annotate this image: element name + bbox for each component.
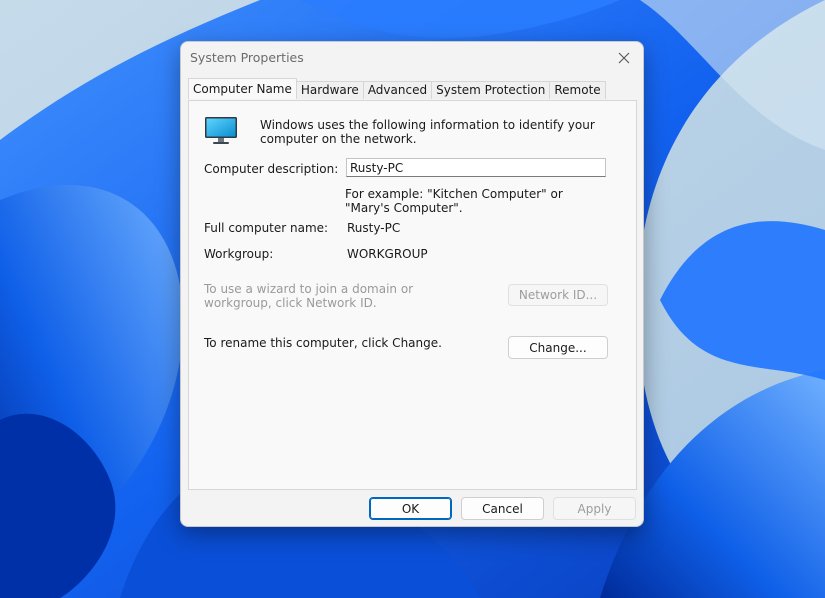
ok-button[interactable]: OK [369, 497, 452, 520]
rename-text: To rename this computer, click Change. [204, 336, 442, 350]
close-button[interactable] [609, 44, 639, 72]
intro-text: Windows uses the following information t… [260, 118, 595, 146]
cancel-button[interactable]: Cancel [461, 497, 544, 520]
computer-description-input[interactable] [346, 158, 606, 177]
tab-computer-name[interactable]: Computer Name [188, 78, 297, 99]
network-id-button[interactable]: Network ID... [508, 284, 608, 306]
tab-hardware[interactable]: Hardware [295, 81, 364, 99]
full-computer-name-value: Rusty-PC [347, 221, 401, 235]
window-title: System Properties [190, 50, 304, 65]
workgroup-value: WORKGROUP [347, 247, 428, 261]
monitor-icon [205, 117, 237, 144]
tab-system-protection[interactable]: System Protection [431, 81, 551, 99]
close-icon [618, 52, 630, 64]
computer-description-label: Computer description: [204, 162, 339, 176]
apply-button[interactable]: Apply [553, 497, 636, 520]
workgroup-label: Workgroup: [204, 247, 274, 261]
full-computer-name-label: Full computer name: [204, 221, 329, 235]
change-button[interactable]: Change... [508, 336, 608, 359]
tab-advanced[interactable]: Advanced [362, 81, 433, 99]
computer-name-panel: Windows uses the following information t… [188, 100, 637, 490]
network-id-text: To use a wizard to join a domain or work… [204, 282, 414, 310]
example-text: For example: "Kitchen Computer" or "Mary… [345, 187, 563, 215]
system-properties-dialog: System Properties Computer Name Hardware… [180, 41, 644, 527]
tab-remote[interactable]: Remote [549, 81, 606, 99]
tab-strip: Computer Name Hardware Advanced System P… [188, 78, 606, 100]
